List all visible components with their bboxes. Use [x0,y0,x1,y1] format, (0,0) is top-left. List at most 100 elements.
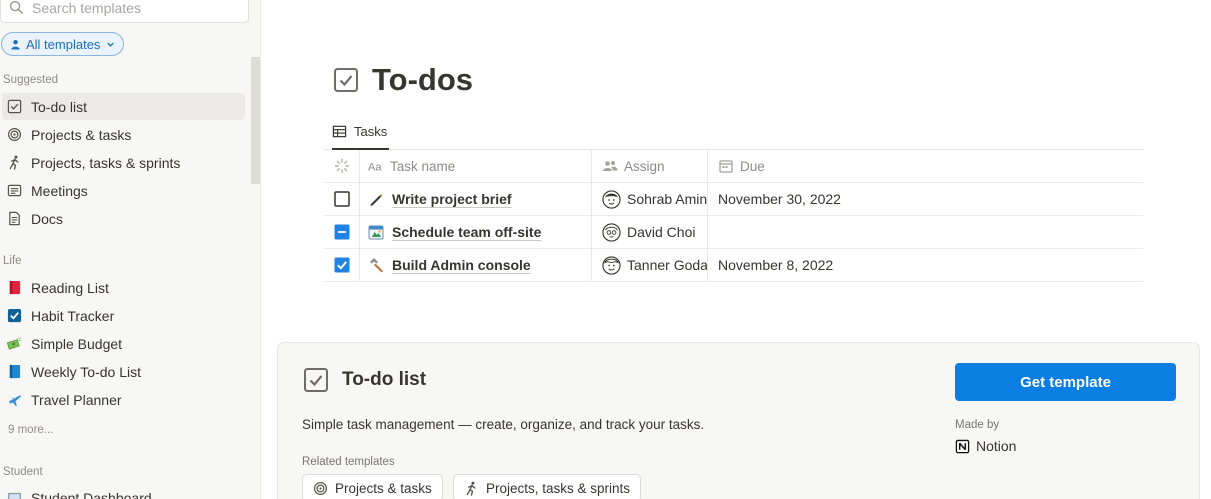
sidebar-item-label: Habit Tracker [31,307,115,324]
check-mark-icon [6,308,22,324]
checkbox-icon [6,99,22,115]
chip-label: Projects, tasks & sprints [486,480,631,496]
task-title: Write project brief [392,191,512,207]
row-checkbox-cell[interactable] [325,249,360,281]
sidebar-item-label: Meetings [31,182,88,199]
made-by-label: Made by [955,419,1000,431]
assign-cell[interactable]: David Choi [592,216,708,248]
text-property-icon: Aa [368,162,382,174]
template-info-card: To-do list Simple task management — crea… [277,342,1200,499]
sidebar-item-label: To-do list [31,98,88,115]
search-input[interactable] [32,0,232,16]
task-title: Schedule team off-site [392,224,542,240]
loading-spinner-icon [334,158,350,174]
chevron-down-icon [107,42,115,47]
assign-cell[interactable]: Sohrab Amin [592,183,708,215]
get-template-button[interactable]: Get template [955,363,1176,401]
checkbox-icon [334,68,358,92]
page-title: To-dos [372,62,474,97]
sidebar-item-student-dashboard[interactable]: Student Dashboard [2,484,245,499]
sidebar-item-travel-planner[interactable]: Travel Planner [2,386,245,413]
task-name-cell[interactable]: Write project brief [360,183,592,215]
page-header: To-dos [333,62,473,98]
blue-book-icon [6,364,22,380]
unchecked-checkbox[interactable] [334,191,350,207]
related-chip-projects-tasks[interactable]: Projects & tasks [302,474,443,499]
sidebar-item-label: Student Dashboard [31,489,152,499]
sidebar-item-reading-list[interactable]: Reading List [2,274,245,301]
svg-text:Aa: Aa [368,162,382,174]
due-cell[interactable] [708,216,1143,248]
sidebar-scrollbar[interactable] [251,57,260,184]
table-header-row: Aa Task name Assign Due [325,150,1143,183]
task-title: Build Admin console [392,257,531,273]
row-checkbox-cell[interactable] [325,183,360,215]
sidebar-item-label: Reading List [31,279,109,296]
filter-label: All templates [26,36,101,52]
meetings-icon [6,183,22,199]
sidebar-item-to-do-list[interactable]: To-do list [2,93,245,120]
due-cell[interactable]: November 30, 2022 [708,183,1143,215]
sidebar-item-weekly-to-do-list[interactable]: Weekly To-do List [2,358,245,385]
table-row: Schedule team off-site David Choi [325,216,1143,249]
dashboard-icon [6,490,22,499]
sidebar-item-projects-tasks[interactable]: Projects & tasks [2,121,245,148]
search-icon [9,0,23,14]
tasks-table: Aa Task name Assign Due Write project br… [325,150,1143,282]
sidebar-item-label: Travel Planner [31,391,122,408]
tab-tasks[interactable]: Tasks [332,115,390,150]
due-cell[interactable]: November 8, 2022 [708,249,1143,281]
template-sidebar: All templates Suggested To-do list Proje… [0,0,261,499]
calendar-icon [719,160,733,173]
column-assign[interactable]: Assign [592,150,708,182]
sidebar-item-label: Docs [31,210,63,227]
checked-checkbox[interactable] [334,257,350,273]
calendar-pin-icon [368,225,384,240]
sidebar-item-projects-tasks-sprints[interactable]: Projects, tasks & sprints [2,149,245,176]
task-name-cell[interactable]: Build Admin console [360,249,592,281]
column-task-name[interactable]: Aa Task name [360,150,592,182]
runner-icon [466,481,476,496]
sidebar-item-habit-tracker[interactable]: Habit Tracker [2,302,245,329]
column-label: Due [740,158,765,174]
sidebar-item-meetings[interactable]: Meetings [2,177,245,204]
sidebar-item-label: Projects, tasks & sprints [31,154,181,171]
column-label: Assign [624,158,665,174]
column-due[interactable]: Due [708,150,1143,182]
avatar [602,189,621,209]
search-box[interactable] [0,0,249,23]
indeterminate-checkbox[interactable] [334,224,350,240]
doc-icon [6,211,22,227]
assignee-name: Tanner Godarzi [627,257,708,273]
row-checkbox-cell[interactable] [325,216,360,248]
sidebar-item-label: Projects & tasks [31,126,132,143]
column-label: Task name [390,158,456,174]
section-suggested: Suggested [3,74,58,86]
target-icon [313,481,328,495]
avatar [602,222,621,242]
person-icon [11,39,20,50]
hammer-icon [370,258,383,273]
all-templates-filter[interactable]: All templates [1,32,125,56]
money-icon [6,336,22,352]
loading-spinner-cell [325,150,360,182]
sidebar-item-docs[interactable]: Docs [2,205,245,232]
airplane-icon [6,392,22,408]
tab-label: Tasks [354,124,388,139]
sidebar-item-label: Simple Budget [31,335,123,352]
maker[interactable]: Notion [955,438,1016,454]
related-chip-projects-tasks-sprints[interactable]: Projects, tasks & sprints [453,474,642,499]
pen-icon [370,194,383,206]
due-date: November 8, 2022 [718,257,834,273]
task-name-cell[interactable]: Schedule team off-site [360,216,592,248]
view-tabs: Tasks [325,115,1143,150]
sidebar-item-label: Weekly To-do List [31,363,141,380]
notion-logo-icon [955,439,970,453]
template-description: Simple task management — create, organiz… [302,417,705,432]
more-link[interactable]: 9 more... [8,424,53,436]
people-icon [603,161,618,171]
sidebar-item-simple-budget[interactable]: Simple Budget [2,330,245,357]
assign-cell[interactable]: Tanner Godarzi [592,249,708,281]
table-row: Build Admin console Tanner Godarzi Novem… [325,249,1143,282]
card-header: To-do list [303,367,426,393]
